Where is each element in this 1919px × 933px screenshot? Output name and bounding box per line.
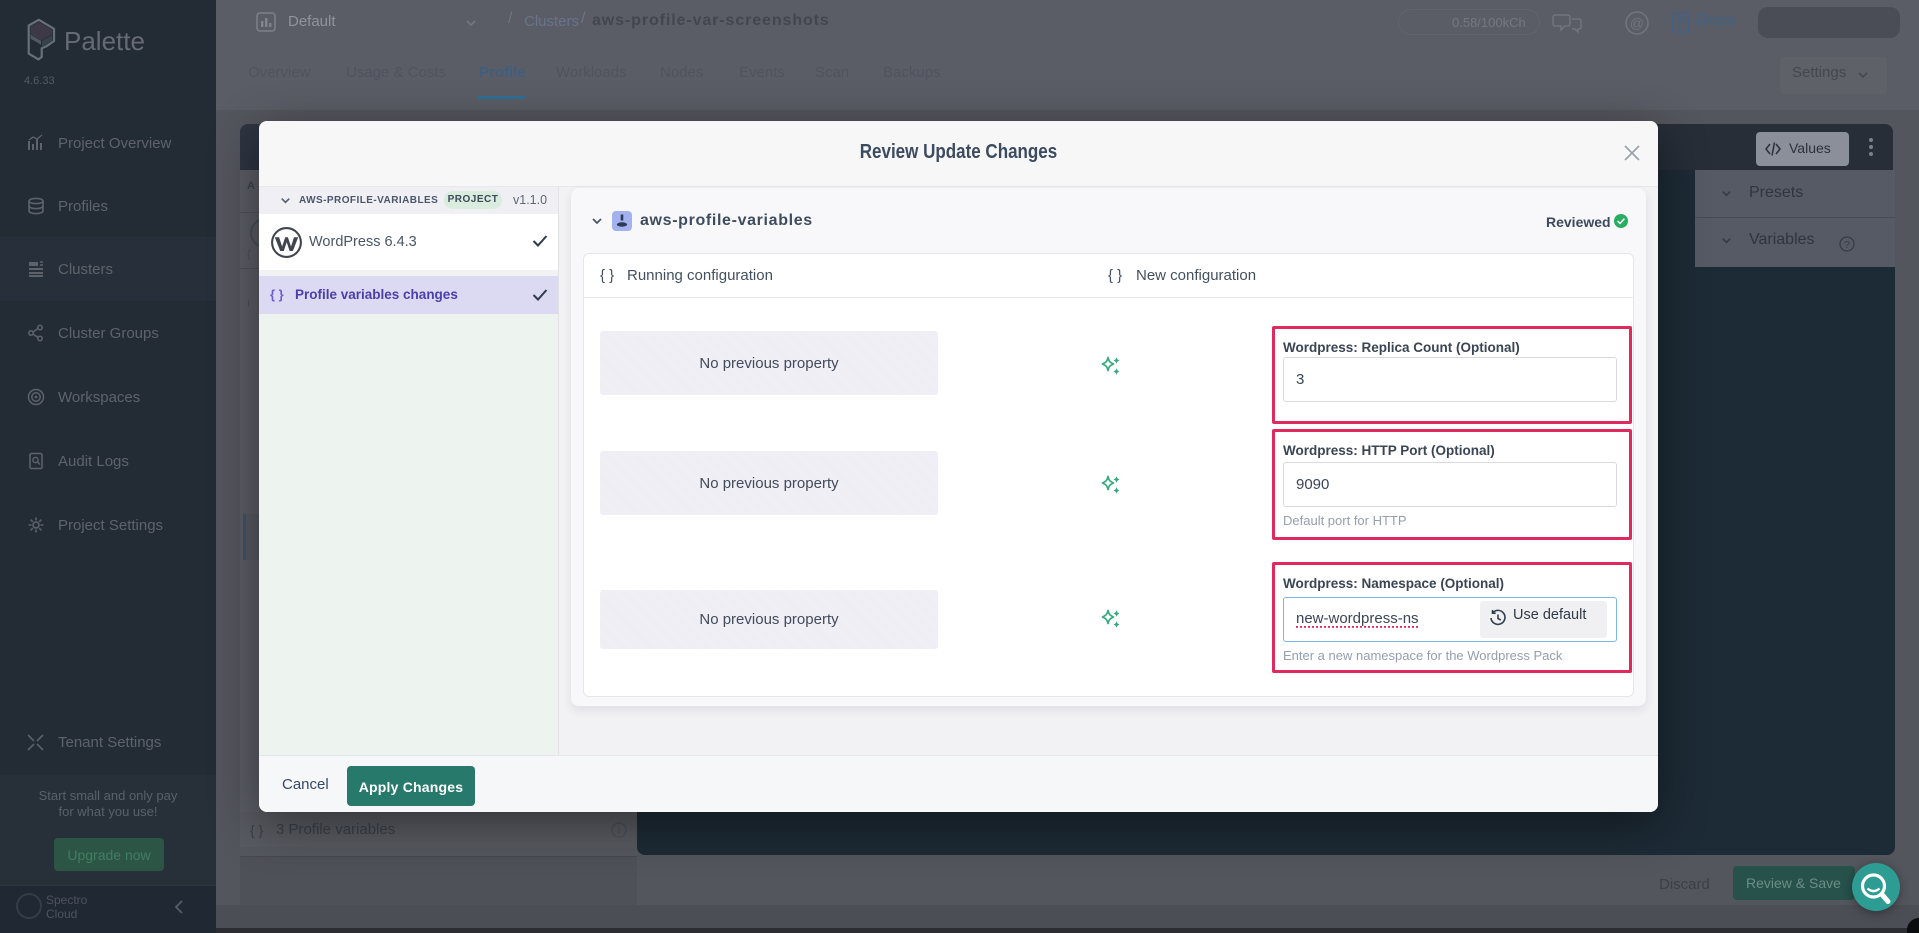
svg-text:@: @	[1630, 15, 1644, 31]
svg-text:?: ?	[1844, 240, 1850, 251]
svg-text:i: i	[618, 825, 620, 837]
